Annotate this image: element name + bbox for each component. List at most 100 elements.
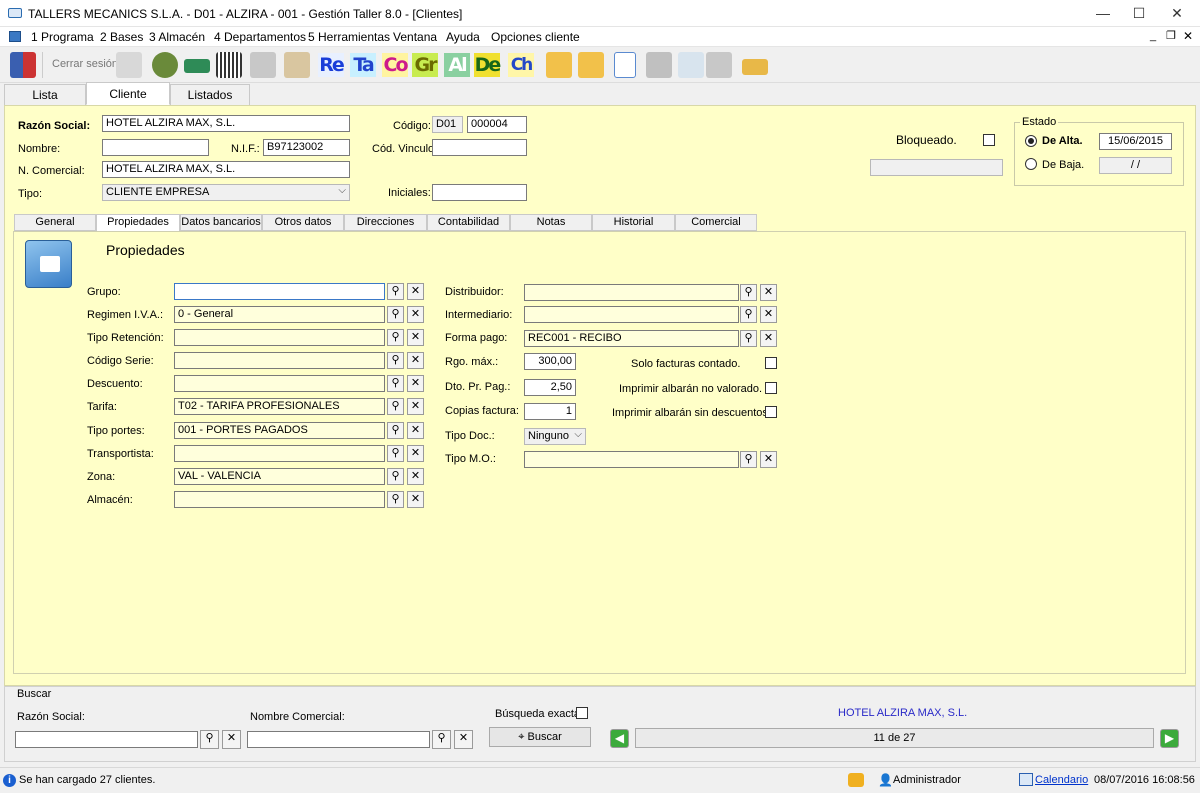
chat-icon[interactable]: [848, 773, 864, 787]
key-icon[interactable]: [116, 52, 142, 78]
menu-ventana[interactable]: Ventana: [393, 30, 437, 44]
search-icon[interactable]: ⚲: [387, 491, 404, 508]
de-baja-radio[interactable]: [1025, 158, 1037, 170]
folder-c-icon[interactable]: [546, 52, 572, 78]
clear-icon[interactable]: ✕: [407, 445, 424, 462]
imprimir-sin-desc-checkbox[interactable]: [765, 406, 777, 418]
tab-datos-bancarios[interactable]: Datos bancarios: [180, 214, 262, 231]
distribuidor-clear-icon[interactable]: ✕: [760, 284, 777, 301]
new-document-icon[interactable]: [614, 52, 636, 78]
property-field[interactable]: [174, 445, 385, 462]
buscar-button[interactable]: ⌖ Buscar: [489, 727, 591, 747]
clear-icon[interactable]: ✕: [407, 422, 424, 439]
tab-cliente[interactable]: Cliente: [86, 82, 170, 105]
menu-opciones-cliente[interactable]: Opciones cliente: [491, 30, 580, 44]
buscar-razon-social-input[interactable]: [15, 731, 198, 748]
solo-facturas-checkbox[interactable]: [765, 357, 777, 369]
menu-departamentos[interactable]: 4 Departamentos: [214, 30, 306, 44]
de-baja-date[interactable]: / /: [1099, 157, 1172, 174]
search-icon[interactable]: ⚲: [387, 468, 404, 485]
imprimir-no-valorado-checkbox[interactable]: [765, 382, 777, 394]
property-field[interactable]: VAL - VALENCIA: [174, 468, 385, 485]
tab-lista[interactable]: Lista: [4, 84, 86, 106]
recycle-bin-icon[interactable]: [678, 52, 704, 78]
dto-pr-pag-field[interactable]: 2,50: [524, 379, 576, 396]
search-icon[interactable]: ⚲: [387, 306, 404, 323]
intermediario-field[interactable]: [524, 306, 739, 323]
toolbar-ta-button[interactable]: Ta: [350, 53, 376, 77]
exit-door-icon[interactable]: [10, 52, 36, 78]
property-field[interactable]: [174, 352, 385, 369]
toolbar-ch-button[interactable]: Ch: [508, 53, 534, 77]
clipboard-icon[interactable]: [284, 52, 310, 78]
tipo-mo-clear-icon[interactable]: ✕: [760, 451, 777, 468]
search-icon[interactable]: ⚲: [387, 352, 404, 369]
search-icon[interactable]: ⚲: [387, 329, 404, 346]
buscar-razon-clear-icon[interactable]: ✕: [222, 730, 241, 749]
tipo-mo-field[interactable]: [524, 451, 739, 468]
toolbar-al-button[interactable]: Al: [444, 53, 470, 77]
forma-pago-clear-icon[interactable]: ✕: [760, 330, 777, 347]
printer-icon[interactable]: [706, 52, 732, 78]
tab-contabilidad[interactable]: Contabilidad: [427, 214, 510, 231]
nif-field[interactable]: B97123002: [263, 139, 350, 156]
mdi-window-icon[interactable]: [9, 31, 21, 42]
forma-pago-search-icon[interactable]: ⚲: [740, 330, 757, 347]
clear-icon[interactable]: ✕: [407, 352, 424, 369]
intermediario-search-icon[interactable]: ⚲: [740, 306, 757, 323]
rgo-max-field[interactable]: 300,00: [524, 353, 576, 370]
tab-otros-datos[interactable]: Otros datos: [262, 214, 344, 231]
menu-bases[interactable]: 2 Bases: [100, 30, 143, 44]
tab-listados[interactable]: Listados: [170, 84, 250, 106]
intermediario-clear-icon[interactable]: ✕: [760, 306, 777, 323]
search-icon[interactable]: ⚲: [387, 283, 404, 300]
clear-icon[interactable]: ✕: [407, 491, 424, 508]
property-field[interactable]: [174, 283, 385, 300]
clear-icon[interactable]: ✕: [407, 468, 424, 485]
tab-general[interactable]: General: [14, 214, 96, 231]
buscar-nombre-clear-icon[interactable]: ✕: [454, 730, 473, 749]
truck-icon[interactable]: [250, 52, 276, 78]
tab-historial[interactable]: Historial: [592, 214, 675, 231]
toolbar-gr-button[interactable]: Gr: [412, 53, 438, 77]
next-record-icon[interactable]: ▶: [1160, 729, 1179, 748]
mdi-restore-button[interactable]: ❐: [1166, 29, 1176, 42]
car-icon[interactable]: [184, 59, 210, 73]
menu-almacen[interactable]: 3 Almacén: [149, 30, 205, 44]
forma-pago-field[interactable]: REC001 - RECIBO: [524, 330, 739, 347]
distribuidor-field[interactable]: [524, 284, 739, 301]
save-disk-icon[interactable]: [646, 52, 672, 78]
property-field[interactable]: [174, 329, 385, 346]
users-icon[interactable]: [152, 52, 178, 78]
nombre-field[interactable]: [102, 139, 209, 156]
tipo-mo-search-icon[interactable]: ⚲: [740, 451, 757, 468]
toolbar-co-button[interactable]: Co: [382, 53, 409, 77]
clear-icon[interactable]: ✕: [407, 329, 424, 346]
search-icon[interactable]: ⚲: [387, 375, 404, 392]
calendar-icon[interactable]: [1019, 773, 1033, 786]
clear-icon[interactable]: ✕: [407, 398, 424, 415]
cerrar-sesion-button[interactable]: Cerrar sesión: [52, 58, 118, 70]
folder-g-icon[interactable]: [578, 52, 604, 78]
distribuidor-search-icon[interactable]: ⚲: [740, 284, 757, 301]
tab-direcciones[interactable]: Direcciones: [344, 214, 427, 231]
property-field[interactable]: 0 - General: [174, 306, 385, 323]
bloqueado-checkbox[interactable]: [983, 134, 995, 146]
buscar-nombre-search-icon[interactable]: ⚲: [432, 730, 451, 749]
copias-factura-field[interactable]: 1: [524, 403, 576, 420]
menu-herramientas[interactable]: 5 Herramientas: [308, 30, 390, 44]
iniciales-field[interactable]: [432, 184, 527, 201]
buscar-razon-search-icon[interactable]: ⚲: [200, 730, 219, 749]
de-alta-date[interactable]: 15/06/2015: [1099, 133, 1172, 150]
previous-record-icon[interactable]: ◀: [610, 729, 629, 748]
calendar-link[interactable]: Calendario: [1035, 774, 1088, 786]
close-button[interactable]: ✕: [1154, 0, 1200, 27]
tab-notas[interactable]: Notas: [510, 214, 592, 231]
menu-programa[interactable]: 1 Programa: [31, 30, 94, 44]
toolbar-re-button[interactable]: Re: [318, 53, 345, 77]
property-field[interactable]: T02 - TARIFA PROFESIONALES: [174, 398, 385, 415]
codigo-field[interactable]: 000004: [467, 116, 527, 133]
eraser-icon[interactable]: [742, 59, 768, 75]
clear-icon[interactable]: ✕: [407, 283, 424, 300]
property-field[interactable]: [174, 491, 385, 508]
